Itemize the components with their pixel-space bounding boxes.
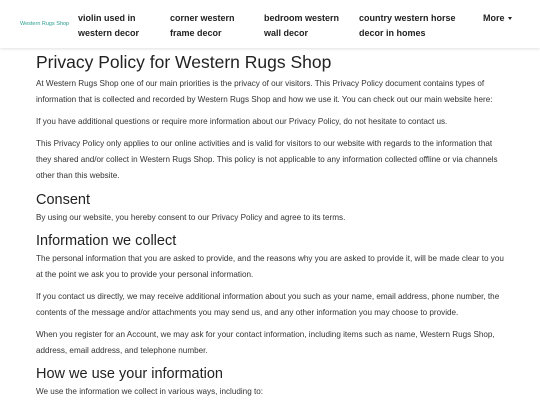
nav-more-dropdown[interactable]: More <box>483 11 512 26</box>
use-information-heading: How we use your information <box>36 366 223 383</box>
information-collect-heading: Information we collect <box>36 232 177 249</box>
consent-paragraph: By using our website, you hereby consent… <box>36 212 346 222</box>
consent-heading: Consent <box>36 191 91 208</box>
intro-paragraph-3: This Privacy Policy only applies to our … <box>36 139 498 181</box>
main-content: Privacy Policy for Western Rugs Shop At … <box>36 52 506 406</box>
site-logo[interactable]: Western Rugs Shop <box>20 21 69 27</box>
collect-paragraph-3: When you register for an Account, we may… <box>36 330 495 356</box>
nav-link-violin-western-decor[interactable]: violin used in western decor <box>78 11 158 40</box>
nav-link-country-western-horse-decor[interactable]: country western horse decor in homes <box>359 11 469 40</box>
intro-paragraph-2: If you have additional questions or requ… <box>36 117 448 127</box>
nav-more-label: More <box>483 13 505 23</box>
caret-down-icon <box>507 17 512 20</box>
collect-paragraph-1: The personal information that you are as… <box>36 253 504 279</box>
intro-paragraph-1: At Western Rugs Shop one of our main pri… <box>36 79 493 105</box>
page-title: Privacy Policy for Western Rugs Shop <box>36 52 332 72</box>
top-navbar: Western Rugs Shop violin used in western… <box>0 0 540 48</box>
use-paragraph-1: We use the information we collect in var… <box>36 387 264 397</box>
collect-paragraph-2: If you contact us directly, we may recei… <box>36 291 500 317</box>
nav-link-bedroom-western-wall-decor[interactable]: bedroom western wall decor <box>264 11 352 40</box>
nav-link-corner-western-frame-decor[interactable]: corner western frame decor <box>170 11 250 40</box>
